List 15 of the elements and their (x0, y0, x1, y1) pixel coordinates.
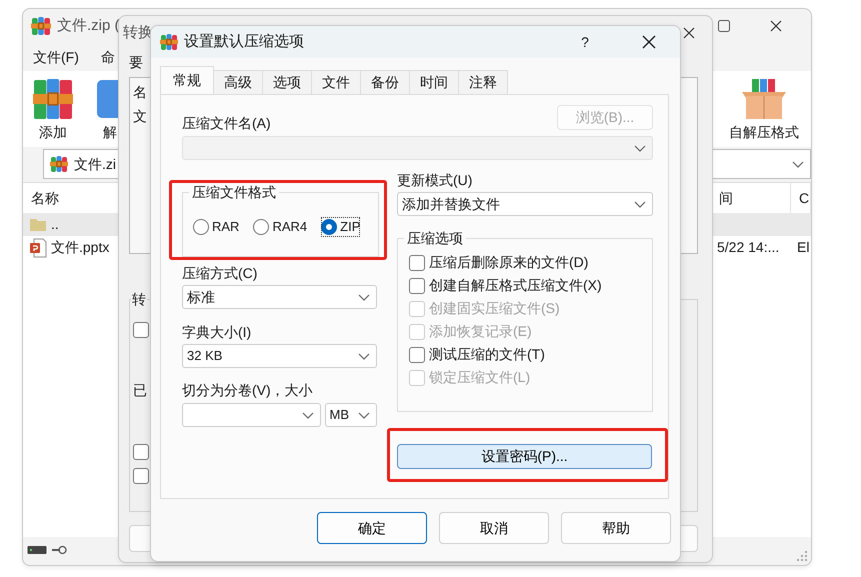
field-label: 切分为分卷(V)，大小 (182, 382, 314, 399)
file-name: 文件.pptx (51, 238, 110, 257)
file-date: 5/22 14:... (717, 238, 780, 257)
cell-text: El (797, 238, 810, 257)
file-name: .. (51, 215, 59, 234)
group-label: 转 (131, 290, 147, 308)
group-label: 压缩选项 (404, 229, 466, 247)
field-label: 压缩文件名(A) (182, 115, 271, 132)
field-label: 压缩方式(C) (182, 265, 258, 282)
field-label: 更新模式(U) (397, 172, 474, 189)
window-title: 设置默认压缩选项 (184, 32, 304, 52)
field-label: 已 (133, 382, 147, 399)
field-label: 要 (129, 54, 144, 71)
field-label: 字典大小(I) (182, 324, 252, 341)
window-title: 转换 (123, 22, 153, 43)
